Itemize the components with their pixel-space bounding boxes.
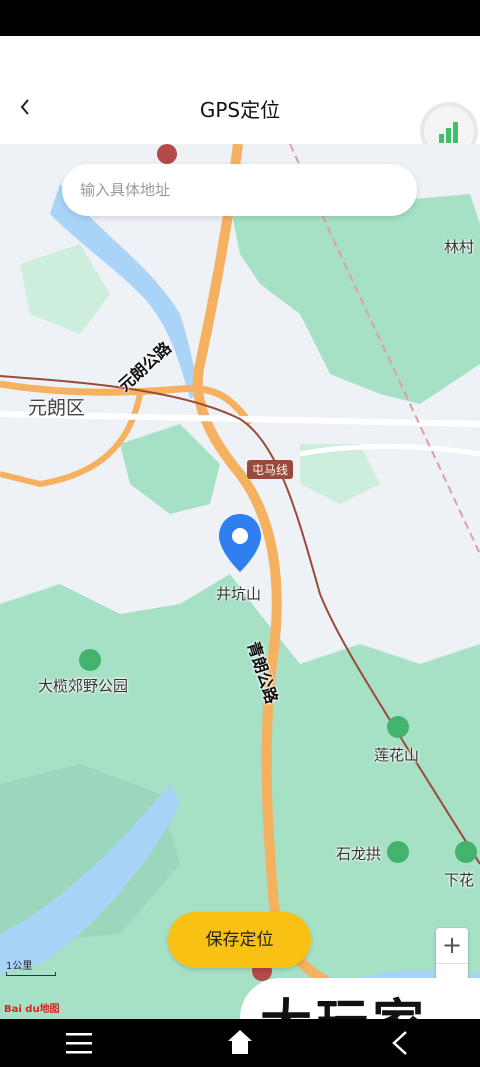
system-back-button[interactable] <box>388 1028 412 1058</box>
page-title: GPS定位 <box>199 98 281 122</box>
rail-line-badge: 屯马线 <box>247 460 294 479</box>
rail-station-icon <box>157 144 177 164</box>
park-marker-icon <box>79 649 101 671</box>
map-canvas <box>0 144 480 1019</box>
scale-bar <box>6 972 56 976</box>
scale-label: 1公里 <box>6 961 33 972</box>
search-input[interactable] <box>80 177 400 203</box>
place-label: 元朗区 <box>28 397 86 419</box>
place-label: 莲花山 <box>374 746 420 764</box>
recent-apps-button[interactable] <box>64 1030 94 1056</box>
map-view[interactable] <box>0 144 480 1019</box>
save-location-button[interactable]: 保存定位 <box>168 912 311 968</box>
home-icon <box>228 1030 252 1054</box>
back-arrow-icon <box>392 1031 407 1055</box>
mountain-marker-icon <box>455 841 477 863</box>
header <box>0 36 480 144</box>
place-label: 井坑山 <box>216 585 262 603</box>
mountain-marker-icon <box>387 716 409 738</box>
place-label: 大榄郊野公园 <box>38 677 129 695</box>
map-provider-logo: Bai du地图 <box>4 1004 60 1015</box>
place-label: 石龙拱 <box>336 845 382 863</box>
mountain-marker-icon <box>387 841 409 863</box>
place-label: 下花 <box>444 871 475 889</box>
search-bar[interactable] <box>62 164 417 216</box>
place-label: 林村 <box>444 238 475 256</box>
location-pin-icon <box>219 514 261 572</box>
home-button[interactable] <box>226 1027 254 1057</box>
status-bar <box>0 0 480 36</box>
menu-icon <box>66 1033 92 1054</box>
zoom-in-button[interactable]: + <box>436 928 468 964</box>
